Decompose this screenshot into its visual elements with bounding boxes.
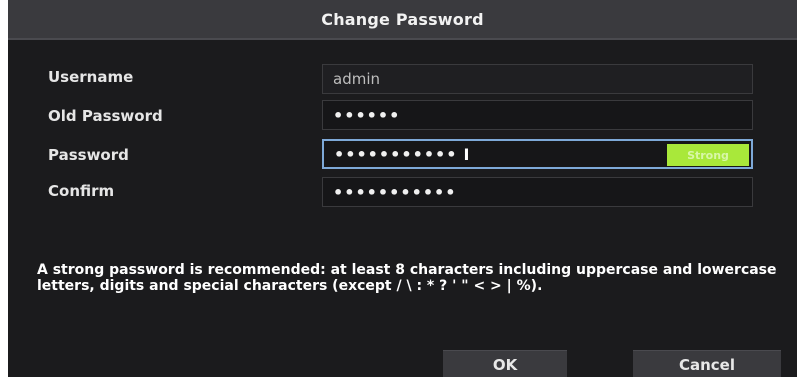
dialog-titlebar: Change Password — [8, 0, 797, 40]
confirm-field[interactable]: ••••••••••• — [322, 177, 753, 207]
username-value: admin — [333, 70, 380, 88]
change-password-dialog: Change Password Username admin Old Passw… — [8, 0, 797, 377]
username-field: admin — [322, 64, 753, 94]
username-label: Username — [48, 68, 134, 86]
dialog-title: Change Password — [321, 9, 484, 29]
ok-button[interactable]: OK — [443, 350, 567, 377]
confirm-label: Confirm — [48, 182, 115, 200]
password-field[interactable]: ••••••••••• I Strong — [322, 139, 753, 169]
password-hint: A strong password is recommended: at lea… — [37, 262, 777, 294]
password-strength-badge: Strong — [667, 144, 749, 166]
old-password-label: Old Password — [48, 107, 163, 125]
password-label: Password — [48, 146, 129, 164]
text-cursor-icon: I — [463, 144, 470, 164]
confirm-value: ••••••••••• — [333, 182, 457, 202]
password-value: ••••••••••• — [334, 144, 458, 164]
old-password-field[interactable]: •••••• — [322, 100, 753, 130]
cancel-button[interactable]: Cancel — [633, 350, 781, 377]
old-password-value: •••••• — [333, 105, 401, 125]
